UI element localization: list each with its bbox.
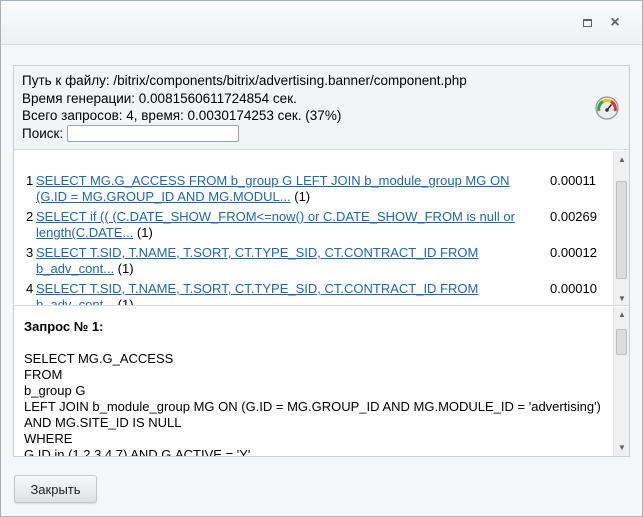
query-link[interactable]: SELECT T.SID, T.NAME, T.SORT, CT.TYPE_SI… <box>36 245 478 276</box>
query-number: 1 <box>26 173 34 188</box>
scroll-thumb[interactable] <box>616 329 627 355</box>
sql-text: SELECT MG.G_ACCESS FROM b_group G LEFT J… <box>24 351 601 456</box>
query-time: 0.00012 <box>550 245 597 260</box>
details-title: Запрос № 1: <box>24 319 104 334</box>
file-path: Путь к файлу: /bitrix/components/bitrix/… <box>22 73 467 88</box>
search-row: Поиск: <box>22 124 629 143</box>
speedometer-icon <box>595 96 619 120</box>
query-link[interactable]: SELECT T.SID, T.NAME, T.SORT, CT.TYPE_SI… <box>36 281 478 305</box>
query-link[interactable]: SELECT if (( (C.DATE_SHOW_FROM<=now() or… <box>36 209 515 240</box>
scroll-down-icon[interactable]: ▼ <box>614 440 629 456</box>
scroll-up-icon[interactable]: ▲ <box>614 307 629 323</box>
total-queries: Всего запросов: 4, время: 0.0030174253 с… <box>22 108 342 123</box>
maximize-icon <box>582 19 592 27</box>
close-icon: × <box>610 14 620 31</box>
query-number: 2 <box>26 209 34 224</box>
query-list: 1 SELECT MG.G_ACCESS FROM b_group G LEFT… <box>14 151 629 306</box>
sql-debug-dialog: × Путь к файлу: /bitrix/components/bitri… <box>0 0 643 517</box>
query-number: 3 <box>26 245 34 260</box>
query-time: 0.00011 <box>550 173 597 188</box>
search-label: Поиск: <box>22 125 64 141</box>
query-number: 4 <box>26 281 34 296</box>
generation-time: Время генерации: 0.0081560611724854 сек. <box>22 90 297 106</box>
maximize-button[interactable] <box>577 13 597 33</box>
query-list-scrollbar[interactable]: ▲ ▼ <box>613 151 629 305</box>
query-count: (1) <box>133 225 153 240</box>
query-time: 0.00010 <box>550 281 597 296</box>
query-time: 0.00269 <box>550 209 597 224</box>
details-scrollbar[interactable]: ▲ ▼ <box>613 307 629 456</box>
search-input[interactable] <box>67 124 240 142</box>
query-link[interactable]: SELECT MG.G_ACCESS FROM b_group G LEFT J… <box>36 173 509 204</box>
query-count: (1) <box>114 297 134 306</box>
close-button[interactable]: Закрыть <box>14 475 97 503</box>
close-window-button[interactable]: × <box>605 13 625 33</box>
scroll-up-icon[interactable]: ▲ <box>614 151 629 167</box>
scroll-down-icon[interactable]: ▼ <box>614 290 629 305</box>
dialog-content: Путь к файлу: /bitrix/components/bitrix/… <box>13 65 630 457</box>
dialog-titlebar[interactable]: × <box>1 1 642 45</box>
query-count: (1) <box>114 261 134 276</box>
info-panel: Путь к файлу: /bitrix/components/bitrix/… <box>14 66 629 150</box>
scroll-thumb[interactable] <box>616 181 627 279</box>
query-count: (1) <box>290 189 311 204</box>
query-details: Запрос № 1: SELECT MG.G_ACCESS FROM b_gr… <box>14 307 629 456</box>
